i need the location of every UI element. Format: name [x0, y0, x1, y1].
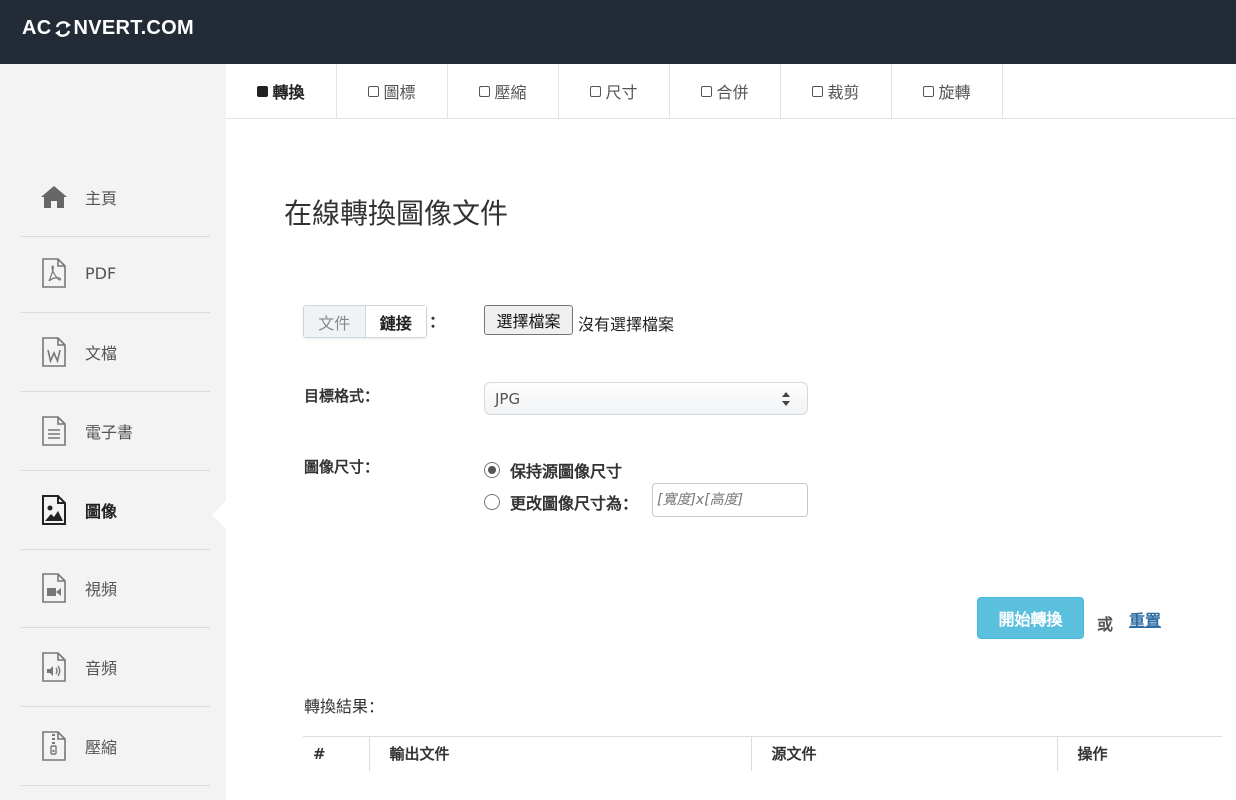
select-arrows-icon: [782, 392, 790, 406]
sidebar-item-ebook[interactable]: 電子書: [21, 392, 210, 471]
tab-rotate[interactable]: 旋轉: [892, 64, 1003, 118]
video-file-icon: [39, 573, 69, 603]
sidebar-item-label: 圖像: [85, 502, 118, 521]
keep-size-label: 保持源圖像尺寸: [510, 462, 623, 481]
site-logo[interactable]: AC NVERT.COM: [22, 17, 194, 40]
sidebar-item-label: 視頻: [85, 580, 118, 599]
reset-link[interactable]: 重置: [1129, 607, 1161, 631]
sidebar-item-label: PDF: [85, 263, 117, 283]
archive-file-icon: [39, 731, 69, 761]
tab-label: 旋轉: [938, 83, 971, 102]
sidebar-item-image[interactable]: 圖像: [21, 471, 210, 550]
source-colon: ：: [429, 312, 446, 331]
change-size-radio[interactable]: [484, 494, 500, 510]
sidebar-item-label: 音頻: [85, 659, 118, 678]
tab-checkbox: [923, 85, 935, 97]
keep-size-radio[interactable]: [484, 462, 500, 478]
sidebar-item-label: 電子書: [85, 423, 134, 442]
source-file-button[interactable]: 文件: [304, 306, 365, 337]
sidebar-item-document[interactable]: 文檔: [21, 313, 210, 392]
main-content: 轉換 圖標 壓縮 尺寸 合併 裁剪 旋轉 在線轉換圖像文件 文件 鏈接 ： 選擇…: [226, 64, 1236, 800]
sidebar: 主頁 PDF 文檔 電子書 圖像 視頻 音頻 壓縮: [0, 64, 226, 800]
image-file-icon: [39, 495, 69, 525]
target-format-label: 目標格式：: [304, 387, 380, 405]
or-text: 或: [1097, 615, 1114, 634]
tab-label: 尺寸: [605, 83, 638, 102]
active-item-pointer: [212, 501, 226, 529]
keep-size-option[interactable]: 保持源圖像尺寸: [484, 458, 622, 482]
sidebar-item-label: 主頁: [85, 189, 118, 208]
logo-prefix: AC: [22, 17, 52, 39]
tab-checkbox: [368, 85, 380, 97]
tab-compress[interactable]: 壓縮: [448, 64, 559, 118]
sidebar-item-home[interactable]: 主頁: [21, 158, 210, 237]
top-navbar: AC NVERT.COM: [0, 0, 1236, 64]
tab-label: 圖標: [383, 83, 416, 102]
sidebar-item-audio[interactable]: 音頻: [21, 628, 210, 707]
sidebar-item-archive[interactable]: 壓縮: [21, 707, 210, 786]
ebook-icon: [39, 416, 69, 446]
refresh-arrows-icon: [54, 20, 71, 37]
change-size-option[interactable]: 更改圖像尺寸為：: [484, 490, 638, 514]
pdf-file-icon: [39, 258, 69, 288]
target-format-select[interactable]: JPG: [484, 382, 808, 415]
image-size-label: 圖像尺寸：: [304, 458, 380, 476]
tab-checkbox: [590, 85, 602, 97]
results-table: # 輸出文件 源文件 操作: [303, 736, 1222, 771]
home-icon: [39, 182, 69, 212]
sidebar-item-label: 文檔: [85, 344, 118, 363]
column-header-output: 輸出文件: [368, 736, 751, 771]
tab-merge[interactable]: 合併: [670, 64, 781, 118]
sidebar-item-video[interactable]: 視頻: [21, 549, 210, 628]
tab-convert[interactable]: 轉換: [226, 64, 337, 118]
tab-checkbox: [479, 85, 491, 97]
logo-suffix: NVERT.COM: [73, 17, 194, 39]
sidebar-item-pdf[interactable]: PDF: [21, 234, 210, 313]
dimension-input[interactable]: [652, 483, 808, 517]
tab-label: 壓縮: [494, 83, 527, 102]
sidebar-item-label: 壓縮: [85, 738, 118, 757]
source-type-toggle: 文件 鏈接: [303, 305, 427, 338]
tab-checkbox: [257, 85, 269, 97]
target-format-value: JPG: [495, 389, 521, 408]
column-header-number: #: [303, 736, 369, 771]
tab-checkbox: [812, 85, 824, 97]
source-link-button[interactable]: 鏈接: [364, 306, 426, 337]
tab-label: 合併: [716, 83, 749, 102]
choose-file-button[interactable]: 選擇檔案: [484, 305, 573, 335]
results-label: 轉換結果：: [304, 697, 385, 716]
column-header-source: 源文件: [750, 736, 1057, 771]
tab-crop[interactable]: 裁剪: [781, 64, 892, 118]
tab-label: 裁剪: [827, 83, 860, 102]
tab-icon[interactable]: 圖標: [337, 64, 448, 118]
tool-tabs: 轉換 圖標 壓縮 尺寸 合併 裁剪 旋轉: [226, 64, 1236, 119]
tab-resize[interactable]: 尺寸: [559, 64, 670, 118]
start-convert-button[interactable]: 開始轉換: [977, 597, 1084, 639]
column-header-actions: 操作: [1056, 736, 1222, 771]
results-header-row: # 輸出文件 源文件 操作: [303, 736, 1222, 771]
file-status-text: 沒有選擇檔案: [578, 315, 675, 334]
word-document-icon: [39, 337, 69, 367]
tab-checkbox: [701, 85, 713, 97]
tab-label: 轉換: [272, 83, 305, 102]
page-title: 在線轉換圖像文件: [284, 197, 509, 230]
change-size-label: 更改圖像尺寸為：: [510, 494, 639, 513]
audio-file-icon: [39, 652, 69, 682]
